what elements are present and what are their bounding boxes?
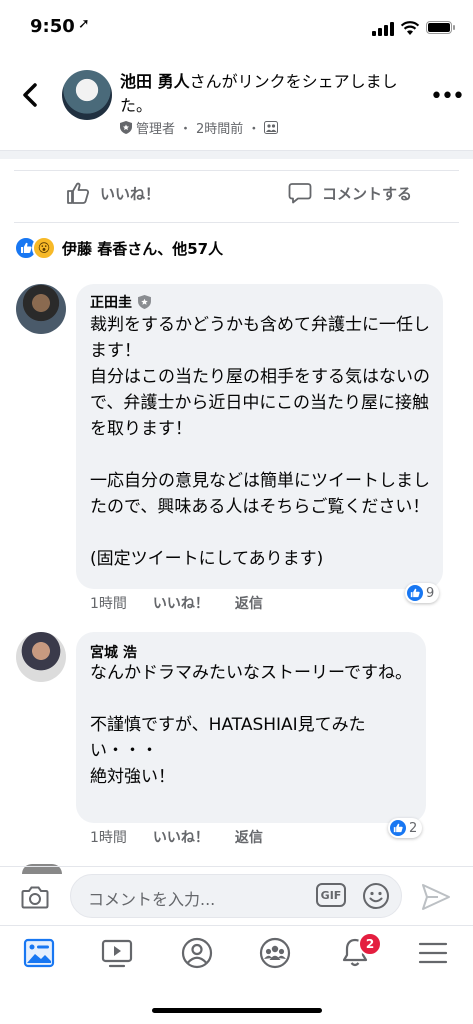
reactions-summary[interactable]: 😮 伊藤 春香さん、他57人 [14, 236, 223, 260]
commenter-name[interactable]: 宮城 浩 [90, 642, 137, 662]
admin-shield-icon [120, 121, 132, 134]
comment-like-button[interactable]: いいね！ [153, 827, 209, 847]
comment-time[interactable]: 1時間 [90, 593, 127, 613]
profile-icon[interactable] [180, 936, 214, 970]
commenter-name[interactable]: 正田圭 [90, 292, 151, 312]
cellular-signal-icon [372, 22, 396, 36]
back-chevron-icon[interactable] [18, 80, 44, 110]
comment-bubble-icon [288, 183, 312, 204]
battery-icon [426, 21, 455, 34]
comment-button[interactable]: コメントする [288, 182, 412, 204]
comment-time[interactable]: 1時間 [90, 827, 127, 847]
comment-meta: 1時間 いいね！ 返信 [90, 593, 263, 613]
thumbs-up-icon [67, 182, 90, 204]
header-divider [0, 150, 473, 159]
post-meta: 管理者 ・ 2時間前 ・ [120, 118, 279, 137]
admin-shield-icon [138, 295, 151, 309]
comment-like-button[interactable]: いいね！ [153, 593, 209, 613]
comment-input-placeholder[interactable]: コメントを入力... [88, 886, 215, 910]
comment-reaction-count[interactable]: 9 [405, 583, 440, 603]
status-time: 9:50 [30, 16, 75, 37]
send-icon[interactable] [420, 882, 452, 912]
camera-icon[interactable] [20, 882, 50, 912]
divider [0, 866, 473, 867]
reactions-text: 伊藤 春香さん、他57人 [62, 239, 224, 258]
reaction-count: 2 [409, 820, 418, 836]
comment-reply-button[interactable]: 返信 [235, 827, 263, 847]
author-name[interactable]: 池田 勇人 [120, 72, 190, 91]
divider [0, 925, 473, 926]
commenter-avatar[interactable] [16, 632, 66, 682]
admin-role: 管理者 [136, 122, 176, 137]
home-indicator [152, 1008, 322, 1013]
more-options-icon[interactable]: ••• [430, 84, 465, 109]
post-time[interactable]: 2時間前 [196, 118, 243, 137]
comment-reaction-count[interactable]: 2 [388, 818, 423, 838]
divider [14, 222, 459, 223]
menu-hamburger-icon[interactable] [416, 936, 450, 970]
commenter-avatar[interactable] [16, 284, 66, 334]
group-audience-icon [264, 121, 279, 134]
watch-video-icon[interactable] [100, 936, 134, 970]
reaction-count: 9 [426, 585, 435, 601]
commenter-name-text: 正田圭 [90, 295, 132, 311]
emoji-smile-icon[interactable] [362, 882, 390, 910]
comment-text: 裁判をするかどうかも含めて弁護士に一任します！ 自分はこの当たり屋の相手をする気… [90, 315, 430, 569]
gif-button[interactable]: GIF [316, 883, 346, 907]
meta-separator: ・ [179, 122, 193, 137]
comment-reply-button[interactable]: 返信 [235, 593, 263, 613]
news-feed-icon[interactable] [22, 936, 56, 970]
like-reaction-icon [407, 585, 423, 601]
comment-meta: 1時間 いいね！ 返信 [90, 827, 263, 847]
meta-separator-2: ・ [247, 122, 261, 137]
wow-reaction-icon: 😮 [32, 236, 56, 260]
wifi-icon [400, 21, 420, 35]
location-arrow-icon: ➚ [78, 16, 90, 32]
like-reaction-icon [390, 820, 406, 836]
like-label: いいね！ [100, 184, 161, 203]
divider [14, 170, 459, 171]
author-avatar[interactable] [62, 70, 112, 120]
comment-label: コメントする [322, 184, 413, 203]
like-button[interactable]: いいね！ [66, 182, 160, 204]
comment-text: なんかドラマみたいなストーリーですね。 不謹慎ですが、HATASHIAI見てみた… [90, 663, 412, 787]
post-header-title: 池田 勇人さんがリンクをシェアしました。 [120, 70, 420, 118]
notification-badge: 2 [358, 932, 382, 956]
groups-icon[interactable] [258, 936, 292, 970]
